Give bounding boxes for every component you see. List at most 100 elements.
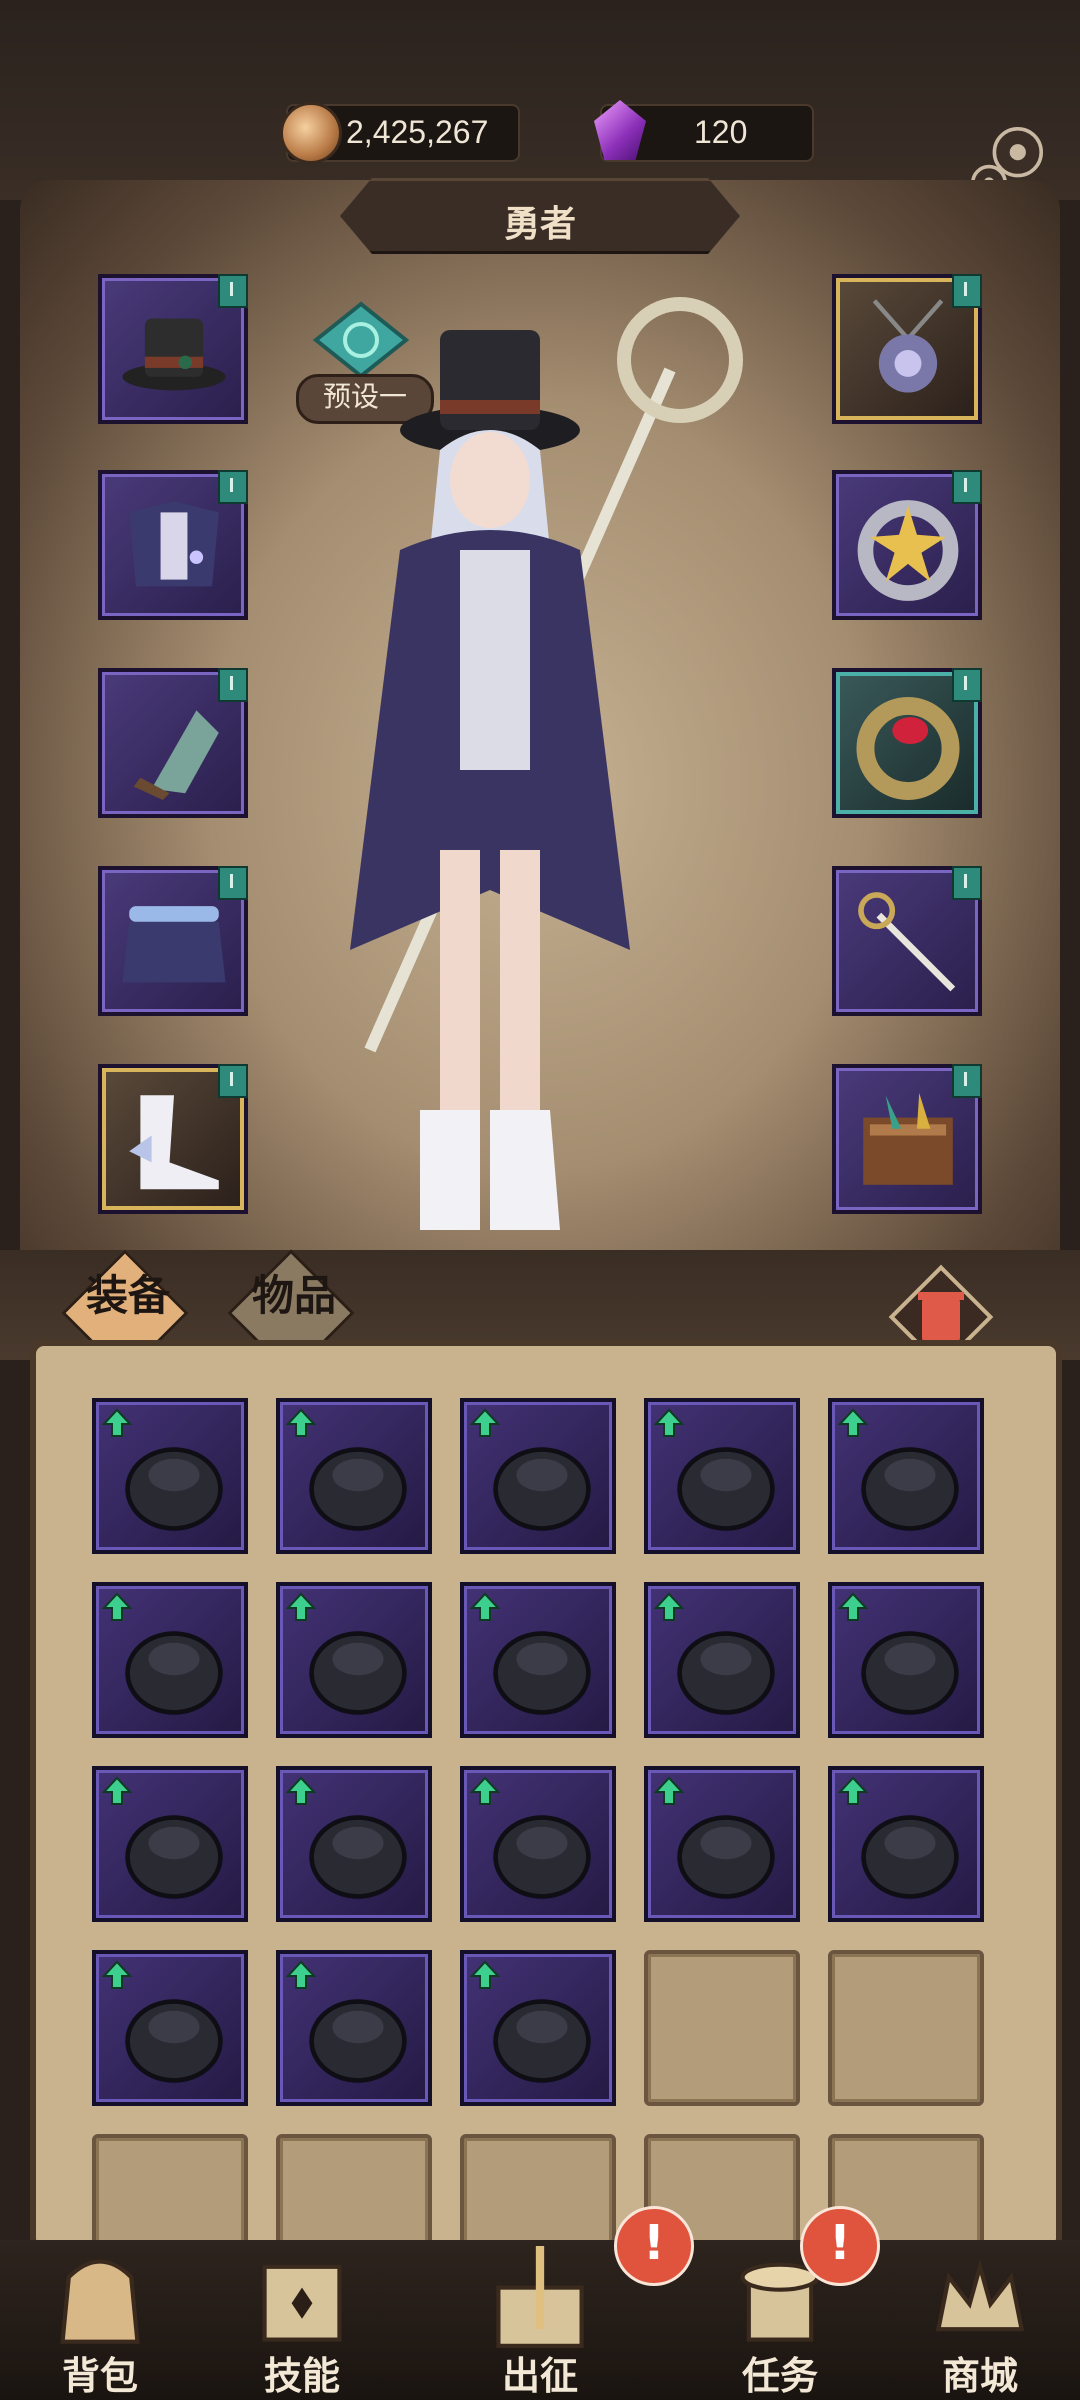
equip-slot-ring-1[interactable] xyxy=(832,470,982,620)
inventory-slot[interactable] xyxy=(276,1398,432,1554)
equip-slot-ring-2[interactable] xyxy=(832,668,982,818)
inventory-slot[interactable] xyxy=(92,1766,248,1922)
grey-robe-icon xyxy=(309,1999,407,2083)
hero-title: 勇者 xyxy=(503,204,576,245)
inventory-slot[interactable] xyxy=(460,1950,616,2106)
hero-title-plate: 勇者 xyxy=(340,178,740,254)
coin-amount: 2,425,267 xyxy=(346,114,489,150)
nav-skills[interactable]: 技能 xyxy=(222,2240,382,2400)
inventory-slot[interactable] xyxy=(644,1766,800,1922)
upgrade-arrow-icon xyxy=(286,1960,316,1989)
cape-armor-icon xyxy=(129,501,219,587)
backpack-icon xyxy=(60,2259,140,2344)
tab-equipment[interactable]: 装备 xyxy=(86,1262,170,1323)
star-ring-icon xyxy=(857,500,959,601)
inventory-slot[interactable] xyxy=(644,1398,800,1554)
skull-hat-icon xyxy=(309,1815,407,1899)
upgrade-arrow-icon xyxy=(102,1408,132,1437)
nav-shop[interactable]: 商城 xyxy=(900,2240,1060,2400)
gem-counter: 120 xyxy=(594,100,814,162)
inventory-slot[interactable] xyxy=(460,1582,616,1738)
upgrade-arrow-icon xyxy=(654,1408,684,1437)
gem-amount: 120 xyxy=(694,114,748,150)
upgrade-arrow-icon xyxy=(102,1960,132,1989)
ruby-ring-icon xyxy=(856,696,960,800)
top-bar xyxy=(0,0,1080,200)
equip-slot-offhand[interactable] xyxy=(832,1064,982,1214)
upgrade-arrow-icon xyxy=(470,1592,500,1621)
pendant-icon xyxy=(677,1447,775,1531)
jade-amulet-icon xyxy=(861,1815,959,1899)
inventory-slot[interactable] xyxy=(644,1950,800,2106)
dark-ring-icon xyxy=(125,1999,223,2083)
inventory-slot[interactable] xyxy=(92,1582,248,1738)
staff-icon xyxy=(858,892,956,992)
inventory-slot[interactable] xyxy=(828,1950,984,2106)
equip-slot-gloves[interactable] xyxy=(98,668,248,818)
skill-book-icon xyxy=(262,2264,342,2342)
inventory-slot[interactable] xyxy=(644,1582,800,1738)
skirt-belt-icon xyxy=(122,906,226,983)
equip-slot-boots[interactable] xyxy=(98,1064,248,1214)
inventory-slot[interactable] xyxy=(828,1766,984,1922)
upgrade-arrow-icon xyxy=(102,1592,132,1621)
equip-slot-amulet[interactable] xyxy=(832,274,982,424)
amulet-icon xyxy=(872,299,944,393)
equip-slot-weapon[interactable] xyxy=(832,866,982,1016)
tab-items[interactable]: 物品 xyxy=(252,1262,336,1323)
inventory-slot[interactable] xyxy=(828,1582,984,1738)
equip-slot-hat[interactable] xyxy=(98,274,248,424)
wolf-mask-icon xyxy=(677,1631,775,1715)
quests-alert-badge: ! xyxy=(800,2206,880,2286)
inventory-slot[interactable] xyxy=(828,1398,984,1554)
inventory-slot[interactable] xyxy=(276,1950,432,2106)
gauntlet-icon xyxy=(133,710,219,800)
witch-hat-icon xyxy=(493,1447,591,1531)
coin-icon xyxy=(280,102,342,164)
upgrade-arrow-icon xyxy=(654,1776,684,1805)
equip-slot-armor[interactable] xyxy=(98,470,248,620)
nav-expedition-label: 出征 xyxy=(501,2354,578,2398)
coin-counter: 2,425,267 xyxy=(280,102,520,164)
nav-shop-label: 商城 xyxy=(941,2354,1018,2398)
equip-slot-belt[interactable] xyxy=(98,866,248,1016)
dark-hood-icon xyxy=(861,1631,959,1715)
top-hat-icon xyxy=(122,318,226,391)
dark-ring-icon xyxy=(493,1999,591,2083)
dark-ring-icon xyxy=(493,1631,591,1715)
sword-map-icon xyxy=(496,2246,584,2348)
winged-boots-icon xyxy=(129,1095,219,1190)
nav-quests-label: 任务 xyxy=(741,2354,818,2398)
upgrade-arrow-icon xyxy=(286,1408,316,1437)
upgrade-arrow-icon xyxy=(470,1408,500,1437)
upgrade-arrow-icon xyxy=(838,1592,868,1621)
witch-hat-icon xyxy=(125,1815,223,1899)
inventory-slot[interactable] xyxy=(92,1950,248,2106)
dark-glove-icon xyxy=(677,1815,775,1899)
hero-character-art xyxy=(350,297,743,1230)
grey-bracer-icon xyxy=(309,1447,407,1531)
inventory-slot[interactable] xyxy=(460,1398,616,1554)
inventory-slot[interactable] xyxy=(460,1766,616,1922)
alert-mark: ! xyxy=(829,2215,851,2271)
upgrade-arrow-icon xyxy=(102,1776,132,1805)
expedition-alert-badge: ! xyxy=(614,2206,694,2286)
inventory-slot[interactable] xyxy=(92,1398,248,1554)
upgrade-arrow-icon xyxy=(838,1776,868,1805)
nav-skills-label: 技能 xyxy=(263,2354,340,2398)
inventory-slot[interactable] xyxy=(276,1582,432,1738)
spellbook-icon xyxy=(863,1092,953,1185)
nav-backpack[interactable]: 背包 xyxy=(20,2240,180,2400)
upgrade-arrow-icon xyxy=(470,1776,500,1805)
top-hat-icon xyxy=(861,1447,959,1531)
upgrade-arrow-icon xyxy=(838,1408,868,1437)
upgrade-arrow-icon xyxy=(470,1960,500,1989)
claw-glove-icon xyxy=(125,1631,223,1715)
nav-backpack-label: 背包 xyxy=(61,2354,138,2398)
wand-icon xyxy=(493,1815,591,1899)
upgrade-arrow-icon xyxy=(286,1592,316,1621)
inventory-slot[interactable] xyxy=(276,1766,432,1922)
gem-icon xyxy=(594,100,646,160)
nav-expedition[interactable]: 出征 xyxy=(460,2240,620,2400)
shop-crown-icon xyxy=(935,2259,1025,2332)
